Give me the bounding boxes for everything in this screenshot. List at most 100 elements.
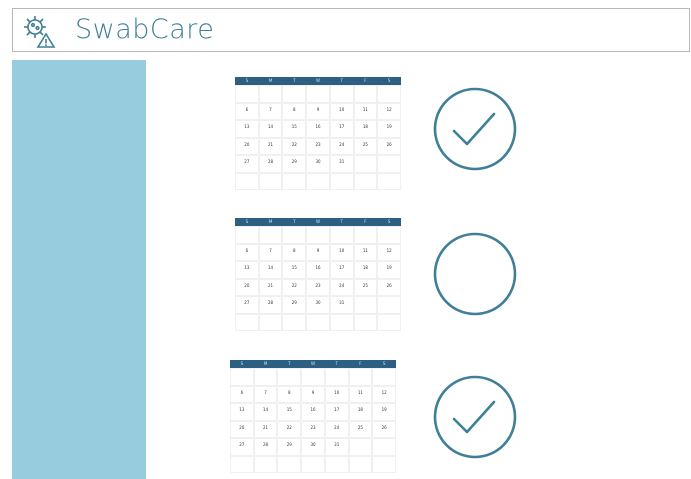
- calendar-day-cell[interactable]: [324, 455, 349, 473]
- calendar-day-cell[interactable]: 31: [324, 438, 349, 456]
- calendar-day-cell[interactable]: 14: [258, 120, 283, 138]
- calendar-day-cell[interactable]: [301, 455, 325, 473]
- calendar-day-cell[interactable]: 14: [258, 261, 283, 279]
- calendar-day-cell[interactable]: [353, 313, 378, 331]
- calendar-day-cell[interactable]: 23: [301, 420, 325, 438]
- calendar-day-cell[interactable]: 26: [372, 420, 396, 438]
- calendar-day-cell[interactable]: 18: [353, 120, 378, 138]
- calendar-day-cell[interactable]: 21: [253, 420, 278, 438]
- calendar-day-cell[interactable]: [253, 455, 278, 473]
- calendar-day-cell[interactable]: 27: [235, 155, 259, 173]
- calendar-day-cell[interactable]: 12: [377, 243, 401, 261]
- calendar-thumbnail[interactable]: S M T W T F S 6 7 8 9 10 11 12 13 14 15 16 17 18 19 20 21 22 23 2…: [235, 218, 401, 331]
- calendar-day-cell[interactable]: 27: [235, 296, 259, 314]
- calendar-day-cell[interactable]: [306, 85, 330, 103]
- calendar-day-cell[interactable]: 24: [324, 420, 349, 438]
- calendar-day-cell[interactable]: 17: [329, 120, 354, 138]
- calendar-day-cell[interactable]: 11: [348, 385, 373, 403]
- calendar-day-cell[interactable]: [377, 172, 401, 190]
- calendar-day-cell[interactable]: [282, 85, 307, 103]
- calendar-day-cell[interactable]: 17: [329, 261, 354, 279]
- calendar-day-cell[interactable]: 22: [282, 278, 307, 296]
- calendar-day-cell[interactable]: [353, 85, 378, 103]
- calendar-day-cell[interactable]: 6: [235, 102, 259, 120]
- calendar-day-cell[interactable]: 7: [258, 243, 283, 261]
- calendar-day-cell[interactable]: 16: [306, 261, 330, 279]
- calendar-day-cell[interactable]: [377, 296, 401, 314]
- calendar-day-cell[interactable]: 9: [306, 243, 330, 261]
- calendar-day-cell[interactable]: [372, 368, 396, 386]
- calendar-day-cell[interactable]: 25: [353, 137, 378, 155]
- calendar-day-cell[interactable]: 22: [282, 137, 307, 155]
- calendar-day-cell[interactable]: [329, 226, 354, 244]
- calendar-day-cell[interactable]: 24: [329, 278, 354, 296]
- checkmark-circle-icon[interactable]: [432, 374, 518, 460]
- calendar-day-cell[interactable]: [306, 172, 330, 190]
- calendar-day-cell[interactable]: 30: [306, 155, 330, 173]
- calendar-day-cell[interactable]: 8: [282, 102, 307, 120]
- calendar-day-cell[interactable]: 25: [353, 278, 378, 296]
- calendar-day-cell[interactable]: 18: [353, 261, 378, 279]
- calendar-day-cell[interactable]: [277, 455, 302, 473]
- calendar-day-cell[interactable]: 11: [353, 102, 378, 120]
- calendar-day-cell[interactable]: [329, 85, 354, 103]
- calendar-day-cell[interactable]: 15: [277, 403, 302, 421]
- calendar-day-cell[interactable]: [353, 226, 378, 244]
- calendar-day-cell[interactable]: 21: [258, 137, 283, 155]
- calendar-day-cell[interactable]: 9: [301, 385, 325, 403]
- calendar-day-cell[interactable]: [277, 368, 302, 386]
- calendar-day-cell[interactable]: 29: [282, 155, 307, 173]
- calendar-day-cell[interactable]: [329, 313, 354, 331]
- calendar-day-cell[interactable]: 6: [230, 385, 254, 403]
- calendar-day-cell[interactable]: [235, 226, 259, 244]
- calendar-day-cell[interactable]: 24: [329, 137, 354, 155]
- calendar-day-cell[interactable]: 29: [282, 296, 307, 314]
- calendar-thumbnail[interactable]: S M T W T F S 6 7 8 9 10 11 12 13 14 15 16 17 18 19 20 21 22 23 2…: [230, 360, 396, 473]
- calendar-day-cell[interactable]: 8: [277, 385, 302, 403]
- empty-circle-icon[interactable]: [432, 231, 518, 317]
- calendar-day-cell[interactable]: 12: [372, 385, 396, 403]
- calendar-day-cell[interactable]: [282, 313, 307, 331]
- calendar-day-cell[interactable]: 20: [235, 278, 259, 296]
- calendar-day-cell[interactable]: 13: [235, 261, 259, 279]
- calendar-day-cell[interactable]: [258, 313, 283, 331]
- checkmark-circle-icon[interactable]: [432, 86, 518, 172]
- calendar-day-cell[interactable]: [282, 226, 307, 244]
- calendar-day-cell[interactable]: 28: [253, 438, 278, 456]
- calendar-day-cell[interactable]: 21: [258, 278, 283, 296]
- calendar-day-cell[interactable]: [377, 85, 401, 103]
- calendar-day-cell[interactable]: [230, 455, 254, 473]
- calendar-day-cell[interactable]: 25: [348, 420, 373, 438]
- calendar-day-cell[interactable]: 18: [348, 403, 373, 421]
- calendar-day-cell[interactable]: [301, 368, 325, 386]
- calendar-day-cell[interactable]: [377, 226, 401, 244]
- calendar-day-cell[interactable]: 28: [258, 296, 283, 314]
- calendar-day-cell[interactable]: 23: [306, 137, 330, 155]
- calendar-day-cell[interactable]: 19: [372, 403, 396, 421]
- calendar-day-cell[interactable]: [372, 455, 396, 473]
- calendar-day-cell[interactable]: 20: [230, 420, 254, 438]
- calendar-day-cell[interactable]: 12: [377, 102, 401, 120]
- calendar-day-cell[interactable]: 27: [230, 438, 254, 456]
- calendar-day-cell[interactable]: 9: [306, 102, 330, 120]
- calendar-day-cell[interactable]: 15: [282, 120, 307, 138]
- calendar-day-cell[interactable]: 30: [306, 296, 330, 314]
- calendar-day-cell[interactable]: [235, 313, 259, 331]
- calendar-day-cell[interactable]: 14: [253, 403, 278, 421]
- calendar-day-cell[interactable]: [372, 438, 396, 456]
- calendar-day-cell[interactable]: [306, 313, 330, 331]
- calendar-day-cell[interactable]: [258, 85, 283, 103]
- calendar-day-cell[interactable]: 26: [377, 137, 401, 155]
- calendar-day-cell[interactable]: 13: [230, 403, 254, 421]
- calendar-day-cell[interactable]: 26: [377, 278, 401, 296]
- calendar-day-cell[interactable]: 13: [235, 120, 259, 138]
- calendar-day-cell[interactable]: [353, 296, 378, 314]
- calendar-day-cell[interactable]: [353, 172, 378, 190]
- calendar-day-cell[interactable]: [282, 172, 307, 190]
- calendar-day-cell[interactable]: 16: [301, 403, 325, 421]
- calendar-day-cell[interactable]: 8: [282, 243, 307, 261]
- calendar-day-cell[interactable]: [348, 438, 373, 456]
- calendar-day-cell[interactable]: [329, 172, 354, 190]
- calendar-day-cell[interactable]: 19: [377, 120, 401, 138]
- calendar-day-cell[interactable]: 30: [301, 438, 325, 456]
